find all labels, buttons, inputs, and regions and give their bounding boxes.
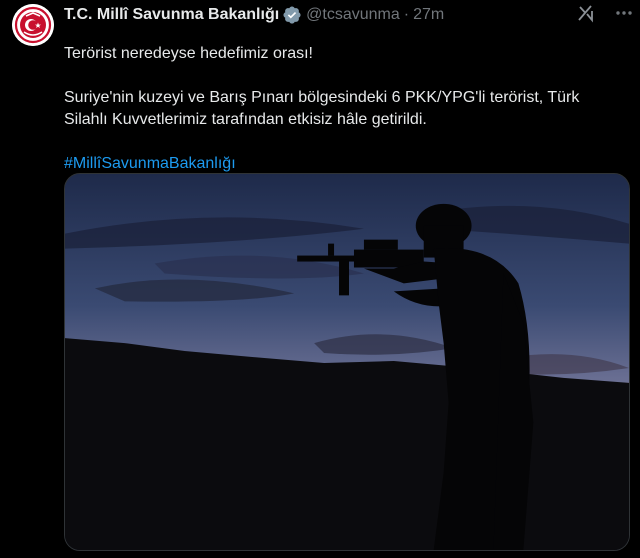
- tweet[interactable]: T.C. Millî Savunma Bakanlığı @tcsavunma …: [0, 0, 640, 558]
- post-text-line1: Terörist neredeyse hedefimiz orası!: [64, 45, 313, 62]
- mod-emblem-icon: [12, 4, 54, 46]
- avatar[interactable]: [12, 4, 54, 46]
- author-display-name[interactable]: T.C. Millî Savunma Bakanlığı: [64, 4, 279, 26]
- verified-badge-icon[interactable]: [282, 5, 302, 25]
- hashtag-link[interactable]: #MillîSavunmaBakanlığı: [64, 153, 624, 175]
- grok-icon[interactable]: [576, 3, 596, 23]
- more-options-icon[interactable]: [614, 3, 634, 23]
- separator-dot: ·: [403, 6, 410, 23]
- soldier-silhouette-photo-icon: [65, 174, 629, 550]
- author-handle[interactable]: @tcsavunma: [306, 4, 400, 26]
- post-header: T.C. Millî Savunma Bakanlığı @tcsavunma …: [64, 4, 628, 26]
- post-media-photo[interactable]: [64, 173, 630, 551]
- post-text-body: Suriye'nin kuzeyi ve Barış Pınarı bölges…: [64, 89, 580, 128]
- timestamp[interactable]: 27m: [413, 4, 444, 26]
